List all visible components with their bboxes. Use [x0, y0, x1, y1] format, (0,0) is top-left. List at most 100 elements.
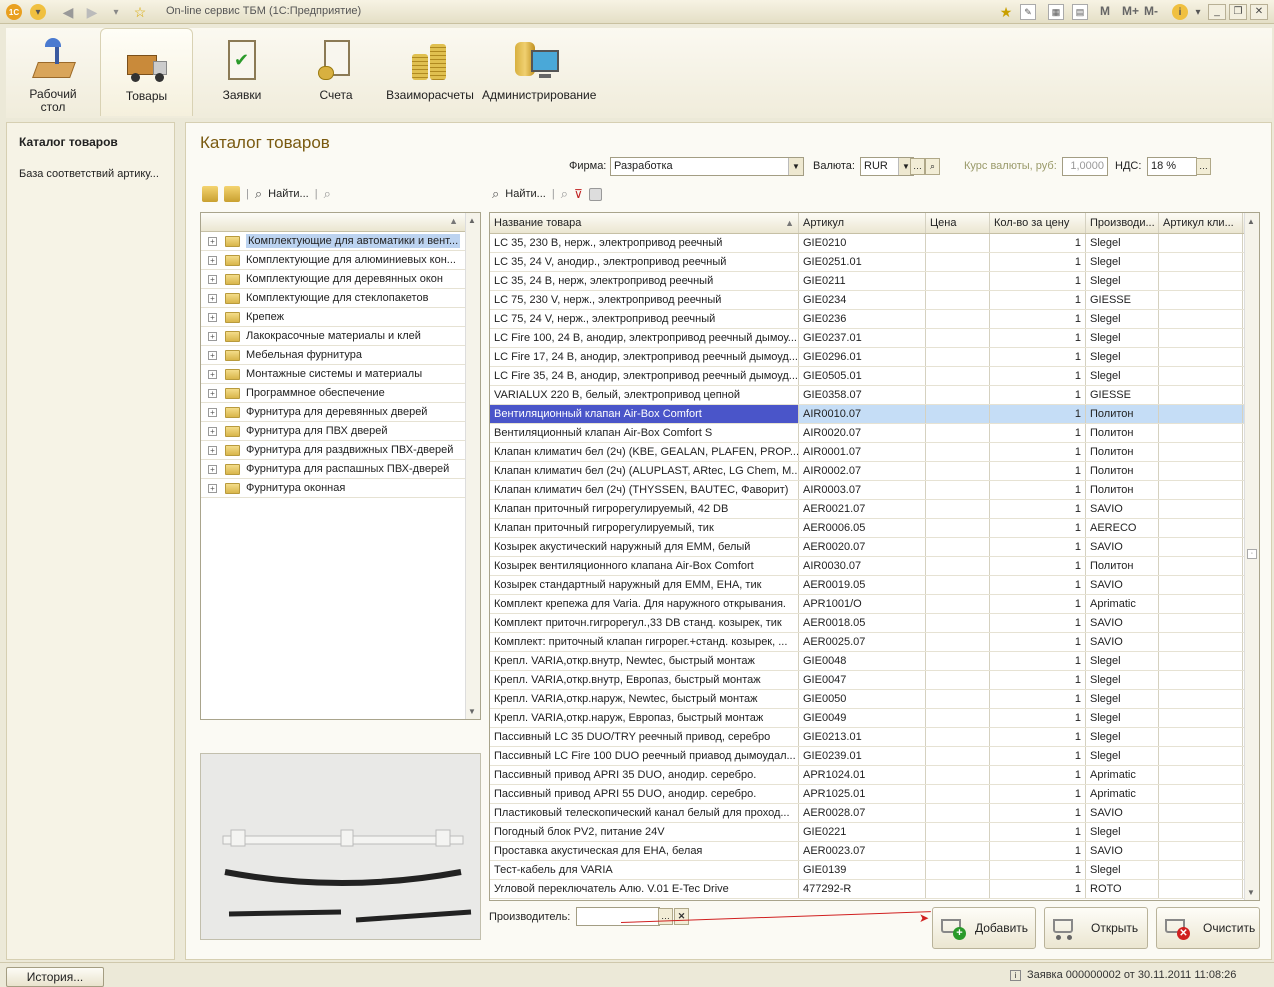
section-administration[interactable]: Администрирование	[482, 28, 596, 116]
expand-plus-icon[interactable]: +	[208, 255, 217, 265]
table-row[interactable]: Пластиковый телескопический канал белый …	[490, 804, 1259, 823]
chevron-down-icon[interactable]: ▼	[788, 158, 803, 175]
rate-field[interactable]: 1,0000	[1062, 157, 1108, 176]
table-row[interactable]: Клапан климатич бел (2ч) (ALUPLAST, ARte…	[490, 462, 1259, 481]
cancel-search-icon[interactable]: ⌕	[324, 186, 331, 202]
calendar-icon[interactable]: ▤	[1072, 4, 1088, 20]
tree-header[interactable]: ▲	[201, 213, 480, 232]
expand-plus-icon[interactable]: +	[208, 464, 217, 474]
table-row[interactable]: Крепл. VARIA,откр.наруж, Newtec, быстрый…	[490, 690, 1259, 709]
history-button[interactable]: История...	[6, 967, 104, 987]
expand-plus-icon[interactable]: +	[208, 331, 217, 341]
table-row[interactable]: Козырек стандартный наружный для EMM, EH…	[490, 576, 1259, 595]
vat-field[interactable]: 18 %	[1147, 157, 1197, 176]
document-icon[interactable]: ✎	[1020, 4, 1036, 20]
section-invoices[interactable]: Счета	[290, 28, 382, 116]
main-menu-icon[interactable]: ▾	[30, 4, 46, 20]
table-row[interactable]: Пассивный LC 35 DUO/TRY реечный привод, …	[490, 728, 1259, 747]
scroll-down-icon[interactable]: ▼	[468, 707, 476, 716]
section-settlements[interactable]: Взаиморасчеты	[384, 28, 476, 116]
back-arrow-icon[interactable]: ◀	[60, 4, 76, 20]
tree-item[interactable]: + Монтажные системы и материалы	[201, 365, 480, 384]
table-row[interactable]: LC 35, 24 V, анодир., электропривод рееч…	[490, 253, 1259, 272]
table-row[interactable]: LC Fire 17, 24 В, анодир, электропривод …	[490, 348, 1259, 367]
forward-arrow-icon[interactable]: ▶	[84, 4, 100, 20]
scroll-up-icon[interactable]: ▲	[468, 216, 476, 225]
producer-clear-icon[interactable]: ✕	[674, 908, 689, 925]
table-row[interactable]: Клапан приточный гигрорегулируемый, тик A…	[490, 519, 1259, 538]
tree-item[interactable]: + Программное обеспечение	[201, 384, 480, 403]
minimize-button[interactable]: _	[1208, 4, 1226, 20]
memory-plus-button[interactable]: M+	[1122, 4, 1139, 18]
col-client-article[interactable]: Артикул кли...	[1159, 213, 1243, 233]
col-article[interactable]: Артикул	[799, 213, 926, 233]
memory-button[interactable]: M	[1100, 4, 1110, 18]
producer-choose-button[interactable]: …	[658, 908, 673, 925]
search-icon[interactable]: ⌕	[255, 186, 262, 202]
col-qty[interactable]: Кол-во за цену	[990, 213, 1086, 233]
print-icon[interactable]	[588, 187, 602, 201]
currency-choose-button[interactable]: …	[910, 158, 925, 175]
expand-plus-icon[interactable]: +	[208, 445, 217, 455]
tree-item[interactable]: + Фурнитура для раздвижных ПВХ-дверей	[201, 441, 480, 460]
expand-plus-icon[interactable]: +	[208, 293, 217, 303]
table-row[interactable]: Комплект крепежа для Varia. Для наружног…	[490, 595, 1259, 614]
tree-item[interactable]: + Комплектующие для автоматики и вент...	[201, 232, 480, 251]
expand-plus-icon[interactable]: +	[208, 369, 217, 379]
tree-item[interactable]: + Фурнитура для распашных ПВХ-дверей	[201, 460, 480, 479]
table-row[interactable]: Проставка акустическая для EHA, белая AER…	[490, 842, 1259, 861]
table-row[interactable]: LC Fire 35, 24 В, анодир, электропривод …	[490, 367, 1259, 386]
section-goods[interactable]: Товары	[100, 28, 193, 116]
scroll-up-icon[interactable]: ▲	[1247, 217, 1255, 226]
table-row[interactable]: Крепл. VARIA,откр.внутр, Европаз, быстры…	[490, 671, 1259, 690]
firm-select[interactable]: Разработка ▼	[610, 157, 804, 176]
tree-item[interactable]: + Крепеж	[201, 308, 480, 327]
table-row[interactable]: Клапан климатич бел (2ч) (THYSSEN, BAUTE…	[490, 481, 1259, 500]
table-row[interactable]: LC 35, 24 В, нерж, электропривод реечный…	[490, 272, 1259, 291]
col-price[interactable]: Цена	[926, 213, 990, 233]
expand-plus-icon[interactable]: +	[208, 388, 217, 398]
tree-item[interactable]: + Комплектующие для деревянных окон	[201, 270, 480, 289]
table-row[interactable]: Козырек вентиляционного клапана Air-Box …	[490, 557, 1259, 576]
nav-item-article-base[interactable]: База соответствий артику...	[19, 168, 159, 180]
help-icon[interactable]: i	[1172, 4, 1188, 20]
scroll-thumb[interactable]: ◦	[1247, 549, 1257, 559]
tree-item[interactable]: + Фурнитура для деревянных дверей	[201, 403, 480, 422]
table-row[interactable]: Пассивный привод APRI 35 DUO, анодир. се…	[490, 766, 1259, 785]
search-icon[interactable]: ⌕	[492, 186, 499, 202]
tree-find-button[interactable]: Найти...	[268, 188, 309, 200]
table-row[interactable]: Козырек акустический наружный для EMM, б…	[490, 538, 1259, 557]
expand-plus-icon[interactable]: +	[208, 483, 217, 493]
add-favorite-icon[interactable]: ★	[998, 4, 1014, 20]
col-name[interactable]: Название товара ▲	[490, 213, 799, 233]
folder-down-icon[interactable]	[224, 186, 240, 202]
scroll-down-icon[interactable]: ▼	[1247, 888, 1255, 897]
clear-button[interactable]: ✕ Очистить	[1156, 907, 1260, 949]
search-icon[interactable]: ⌕	[925, 158, 940, 175]
table-row[interactable]: Клапан климатич бел (2ч) (KBE, GEALAN, P…	[490, 443, 1259, 462]
table-row[interactable]: Клапан приточный гигрорегулируемый, 42 D…	[490, 500, 1259, 519]
currency-select[interactable]: RUR ▼	[860, 157, 914, 176]
expand-plus-icon[interactable]: +	[208, 312, 217, 322]
tree-item[interactable]: + Мебельная фурнитура	[201, 346, 480, 365]
folder-up-icon[interactable]	[202, 186, 218, 202]
restore-button[interactable]: ❐	[1229, 4, 1247, 20]
tree-scrollbar[interactable]: ▲ ▼	[465, 213, 480, 719]
table-row[interactable]: Пассивный привод APRI 55 DUO, анодир. се…	[490, 785, 1259, 804]
table-row[interactable]: Крепл. VARIA,откр.наруж, Европаз, быстры…	[490, 709, 1259, 728]
table-row[interactable]: Комплект приточн.гигрорегул.,33 DB станд…	[490, 614, 1259, 633]
calculator-icon[interactable]: ▦	[1048, 4, 1064, 20]
memory-minus-button[interactable]: M-	[1144, 4, 1158, 18]
history-dropdown-icon[interactable]: ▾	[108, 4, 124, 20]
table-row[interactable]: Тест-кабель для VARIA GIE0139 1 Slegel	[490, 861, 1259, 880]
expand-plus-icon[interactable]: +	[208, 426, 217, 436]
tree-item[interactable]: + Комплектующие для алюминиевых кон...	[201, 251, 480, 270]
table-row[interactable]: LC Fire 100, 24 В, анодир, электропривод…	[490, 329, 1259, 348]
table-row[interactable]: LC 75, 24 V, нерж., электропривод реечны…	[490, 310, 1259, 329]
tree-item[interactable]: + Лакокрасочные материалы и клей	[201, 327, 480, 346]
table-row[interactable]: Вентиляционный клапан Air-Box Comfort AIR…	[490, 405, 1259, 424]
table-row[interactable]: LC 75, 230 V, нерж., электропривод реечн…	[490, 291, 1259, 310]
tree-item[interactable]: + Фурнитура оконная	[201, 479, 480, 498]
help-dropdown-icon[interactable]: ▾	[1190, 4, 1206, 20]
expand-plus-icon[interactable]: +	[208, 274, 217, 284]
